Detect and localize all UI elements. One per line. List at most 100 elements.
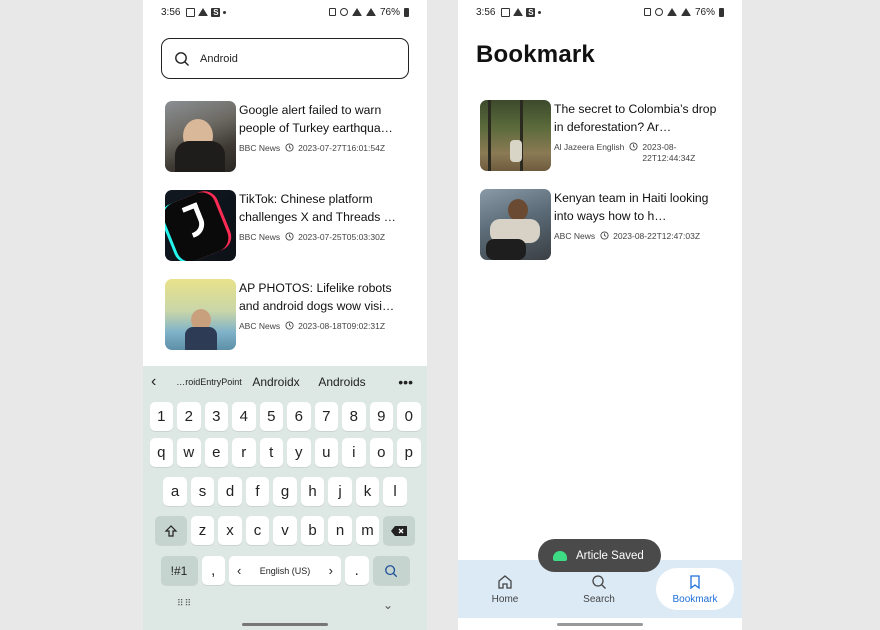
clock-icon [285, 321, 294, 330]
search-bar[interactable] [161, 38, 409, 79]
search-result-item[interactable]: AP PHOTOS: Lifelike robots and android d… [165, 279, 407, 350]
nav-home[interactable]: Home [458, 568, 552, 610]
toast-message: Article Saved [576, 549, 644, 562]
article-thumbnail [165, 101, 236, 172]
key[interactable]: z [190, 516, 215, 545]
alarm-icon [328, 8, 336, 16]
key[interactable]: x [218, 516, 242, 545]
key[interactable]: j [328, 477, 352, 506]
article-thumbnail [165, 190, 236, 261]
search-screen: 3:56 S 76% Google alert failed to warn p… [143, 0, 427, 630]
clock-icon [629, 142, 638, 151]
key[interactable]: 7 [314, 402, 338, 431]
key[interactable]: a [163, 477, 187, 506]
article-source: ABC News [239, 321, 281, 331]
article-date: 2023-07-25T05:03:30Z [298, 232, 386, 242]
shift-key[interactable] [154, 516, 187, 545]
suggestion-item[interactable]: Androidx [245, 375, 307, 389]
key[interactable]: g [273, 477, 297, 506]
key[interactable]: d [218, 477, 242, 506]
article-source: BBC News [239, 232, 281, 242]
article-date: 2023-08-22T12:47:03Z [613, 231, 701, 241]
key[interactable]: b [300, 516, 325, 545]
search-icon [385, 564, 398, 577]
key[interactable]: 5 [259, 402, 283, 431]
backspace-icon [391, 525, 408, 536]
search-result-item[interactable]: Google alert failed to warn people of Tu… [165, 101, 407, 172]
symbols-key[interactable]: !#1 [160, 556, 198, 585]
search-key[interactable] [372, 556, 410, 585]
article-thumbnail [480, 189, 551, 260]
key[interactable]: v [273, 516, 297, 545]
bookmark-item[interactable]: Kenyan team in Haiti looking into ways h… [480, 189, 722, 260]
period-key[interactable]: . [345, 556, 369, 585]
article-source: BBC News [239, 143, 281, 153]
shift-icon [164, 524, 178, 537]
article-date: 2023-07-27T16:01:54Z [298, 143, 386, 153]
key[interactable]: h [300, 477, 325, 506]
key[interactable]: w [177, 438, 201, 467]
battery-icon [404, 7, 409, 17]
key[interactable]: 1 [149, 402, 173, 431]
chevron-left-icon[interactable]: ‹ [151, 373, 173, 391]
key[interactable]: u [314, 438, 338, 467]
wifi-icon [351, 8, 362, 16]
key[interactable]: 0 [397, 402, 421, 431]
gallery-icon [501, 7, 511, 17]
key[interactable]: e [204, 438, 228, 467]
key[interactable]: 6 [287, 402, 311, 431]
space-key[interactable]: ‹ English (US) › [229, 556, 341, 585]
key[interactable]: y [287, 438, 311, 467]
gesture-bar [242, 623, 328, 626]
letter-row-3: z x c v b n m [143, 516, 427, 545]
more-notifications-icon [223, 10, 227, 14]
notification-icons: S [186, 7, 227, 17]
article-title: AP PHOTOS: Lifelike robots and android d… [239, 281, 395, 313]
key[interactable]: 2 [177, 402, 201, 431]
article-thumbnail [480, 100, 551, 171]
chevron-left-icon: ‹ [237, 563, 242, 578]
battery-percent: 76% [379, 6, 400, 18]
nav-bookmark[interactable]: Bookmark [656, 568, 734, 610]
status-time: 3:56 [476, 6, 496, 18]
keyboard-icon[interactable]: ⠿⠿ [177, 598, 192, 612]
bookmark-item[interactable]: The secret to Colombia’s drop in defores… [480, 100, 722, 171]
soft-keyboard: ‹ …roidEntryPoint Androidx Androids ••• … [143, 366, 427, 630]
key[interactable]: k [355, 477, 380, 506]
suggestion-item[interactable]: Androids [307, 375, 377, 389]
nav-search[interactable]: Search [552, 568, 646, 610]
bookmark-icon [690, 574, 700, 589]
key[interactable]: m [355, 516, 380, 545]
key[interactable]: n [328, 516, 352, 545]
key[interactable]: s [190, 477, 215, 506]
key[interactable]: 4 [232, 402, 256, 431]
key[interactable]: 3 [204, 402, 228, 431]
signal-icon [680, 8, 691, 16]
telegram-icon [513, 8, 524, 16]
search-result-item[interactable]: TikTok: Chinese platform challenges X an… [165, 190, 407, 261]
number-row: 1 2 3 4 5 6 7 8 9 0 [143, 402, 427, 431]
chevron-down-icon[interactable]: ⌄ [383, 598, 393, 612]
backspace-key[interactable] [383, 516, 416, 545]
key[interactable]: f [245, 477, 270, 506]
key[interactable]: q [149, 438, 173, 467]
suggestion-item[interactable]: …roidEntryPoint [173, 377, 245, 387]
key[interactable]: t [259, 438, 283, 467]
key[interactable]: p [397, 438, 421, 467]
space-language-label: English (US) [259, 565, 311, 576]
more-icon[interactable]: ••• [398, 374, 419, 390]
key[interactable]: 9 [369, 402, 393, 431]
comma-key[interactable]: , [201, 556, 225, 585]
article-title: The secret to Colombia’s drop in defores… [554, 102, 717, 134]
key[interactable]: l [383, 477, 407, 506]
key[interactable]: o [369, 438, 393, 467]
key[interactable]: i [342, 438, 366, 467]
signal-icon [365, 8, 376, 16]
search-input[interactable] [200, 52, 390, 65]
more-notifications-icon [538, 10, 542, 14]
key[interactable]: 8 [342, 402, 366, 431]
telegram-icon [198, 8, 209, 16]
notification-icons: S [501, 7, 542, 17]
key[interactable]: c [245, 516, 270, 545]
key[interactable]: r [232, 438, 256, 467]
